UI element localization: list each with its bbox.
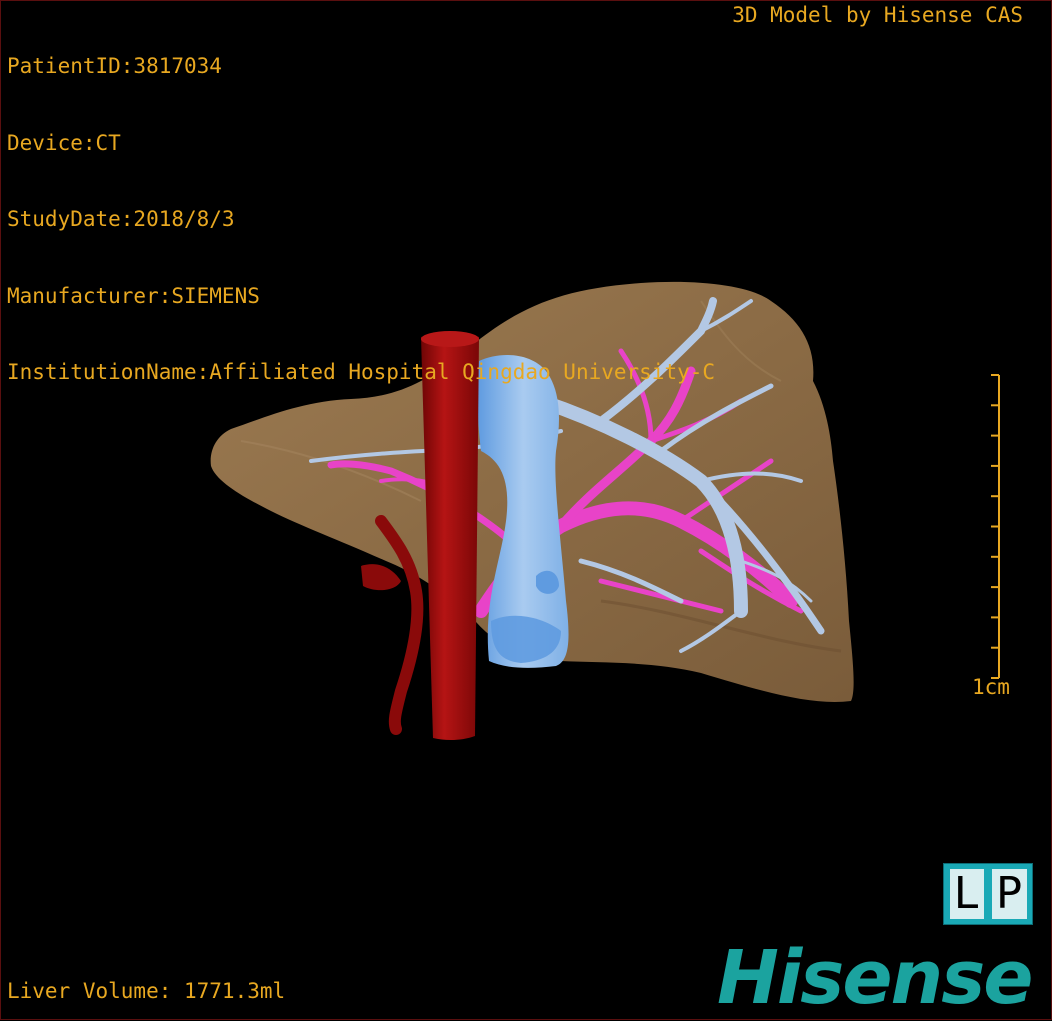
orientation-cube[interactable]: L P bbox=[943, 863, 1033, 925]
liver-volume-readout: Liver Volume: 1771.3ml bbox=[7, 979, 286, 1003]
device-label: Device:CT bbox=[7, 130, 121, 155]
study-date-label: StudyDate:2018/8/3 bbox=[7, 207, 235, 231]
scale-bar-label: 1cm bbox=[972, 675, 1010, 699]
scale-bar bbox=[991, 374, 1000, 679]
patient-id-label: PatientID:3817034 bbox=[7, 54, 222, 78]
orientation-right-letter: P bbox=[992, 869, 1027, 919]
model-credit-label: 3D Model by Hisense CAS bbox=[732, 3, 1023, 27]
3d-viewport[interactable]: PatientID:3817034 Device:CT StudyDate:20… bbox=[0, 0, 1052, 1020]
patient-info-overlay: PatientID:3817034 Device:CT StudyDate:20… bbox=[7, 3, 715, 437]
hisense-logo: Hisense bbox=[717, 935, 1033, 1021]
manufacturer-label: Manufacturer:SIEMENS bbox=[7, 283, 260, 308]
institution-label: InstitutionName:Affiliated Hospital Qing… bbox=[7, 360, 716, 384]
orientation-left-letter: L bbox=[949, 869, 984, 919]
